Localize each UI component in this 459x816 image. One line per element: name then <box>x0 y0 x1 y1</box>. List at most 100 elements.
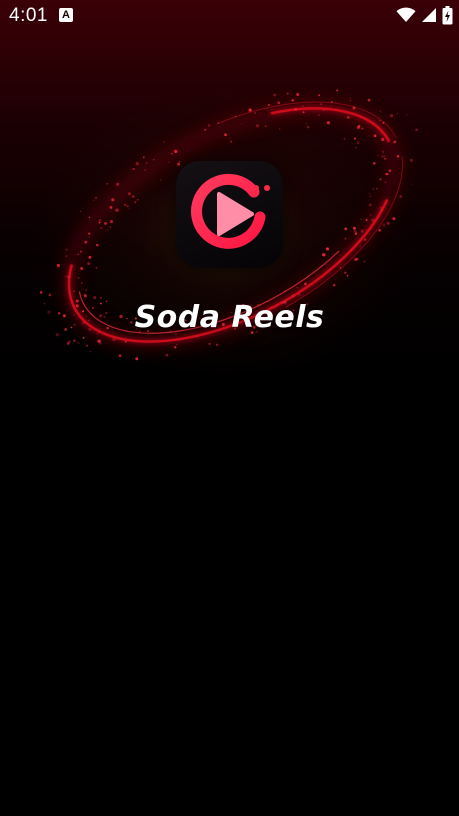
ring-particle <box>318 114 320 116</box>
ring-particle <box>271 108 273 110</box>
ring-particle <box>160 179 162 181</box>
ring-particle <box>128 208 130 210</box>
ring-particle <box>168 161 170 163</box>
ring-particle <box>301 105 304 107</box>
ring-particle <box>98 221 101 224</box>
ring-particle <box>302 111 305 114</box>
ring-particle <box>104 221 107 225</box>
splash-screen: 4:01 A Soda Reels <box>0 0 459 816</box>
ring-particle <box>379 110 382 112</box>
ring-particle <box>411 183 413 185</box>
ring-particle <box>321 276 324 278</box>
ring-particle <box>330 100 333 103</box>
ring-particle <box>378 119 381 122</box>
ring-particle <box>224 133 227 136</box>
ring-particle <box>163 141 165 143</box>
ring-particle <box>360 229 364 233</box>
ring-particle <box>353 226 356 230</box>
ring-particle <box>88 232 91 235</box>
ring-particle <box>109 206 113 209</box>
ring-particle <box>382 223 386 227</box>
ring-particle <box>379 206 383 210</box>
ring-particle <box>95 243 99 247</box>
ring-particle <box>65 255 68 258</box>
ring-particle <box>165 353 169 357</box>
ring-particle <box>367 135 369 137</box>
ring-particle <box>332 283 336 287</box>
ring-particle <box>356 141 360 145</box>
ring-particle <box>229 343 231 345</box>
ring-particle <box>378 229 381 232</box>
ring-particle <box>83 294 87 298</box>
ring-particle <box>77 341 80 344</box>
ring-particle <box>291 294 296 298</box>
ring-particle <box>207 124 211 127</box>
ring-particle <box>106 183 109 185</box>
ring-particle <box>376 188 378 190</box>
ring-particle <box>82 336 85 339</box>
ring-particle <box>127 192 131 196</box>
ring-particle <box>95 266 98 269</box>
ring-particle <box>152 158 155 161</box>
ring-particle <box>383 155 385 157</box>
ring-particle <box>409 158 414 162</box>
ring-particle <box>95 197 97 199</box>
ring-particle <box>80 281 83 284</box>
ring-particle <box>346 274 349 277</box>
ring-particle <box>171 152 173 155</box>
ring-particle <box>380 209 383 212</box>
ring-particle <box>368 192 371 195</box>
ring-particle <box>56 263 60 268</box>
ring-particle <box>296 286 299 289</box>
ring-particle <box>93 296 97 300</box>
ring-particle <box>134 201 137 204</box>
ring-particle <box>322 253 326 257</box>
ring-particle <box>88 216 91 219</box>
ring-particle <box>382 121 385 124</box>
ring-particle <box>107 229 109 231</box>
ring-particle <box>98 218 102 223</box>
ring-particle <box>323 109 326 112</box>
ring-particle <box>85 289 87 291</box>
ring-particle <box>349 97 351 99</box>
ring-particle <box>305 122 308 125</box>
ring-particle <box>146 162 148 164</box>
particle-ring-decoration <box>39 89 418 361</box>
ring-particle <box>174 149 178 154</box>
ring-particle <box>361 127 364 130</box>
ring-particle <box>217 122 219 124</box>
ring-particle <box>109 226 112 228</box>
ring-particle <box>253 111 257 115</box>
ring-particle <box>234 115 237 118</box>
ring-particle <box>352 106 356 110</box>
ring-particle <box>291 99 294 102</box>
ring-particle <box>393 140 397 144</box>
ring-particle <box>65 275 67 277</box>
ring-particle <box>339 267 342 269</box>
ring-particle <box>78 277 80 279</box>
ring-particle <box>363 260 366 263</box>
ring-particle <box>135 357 139 361</box>
ring-particle <box>377 154 379 157</box>
ring-particle <box>360 218 362 221</box>
ring-particle <box>388 169 392 173</box>
ring-particle <box>135 162 139 166</box>
ring-particle <box>48 294 51 297</box>
ring-particle <box>372 188 375 190</box>
ring-particle <box>123 203 127 207</box>
ring-particle <box>320 103 322 105</box>
ring-particle <box>330 105 332 107</box>
ring-particle <box>67 275 71 279</box>
ring-particle <box>105 229 107 231</box>
ring-particle <box>100 297 102 299</box>
ring-particle <box>373 122 375 124</box>
ring-particle <box>109 220 113 224</box>
ring-particle <box>80 267 84 270</box>
ring-particle <box>118 354 122 358</box>
ring-particle <box>116 182 120 186</box>
ring-particle <box>386 221 390 225</box>
ring-particle <box>126 205 129 208</box>
ring-particle <box>174 346 177 349</box>
ring-particle <box>79 210 82 212</box>
ring-particle <box>176 343 178 346</box>
